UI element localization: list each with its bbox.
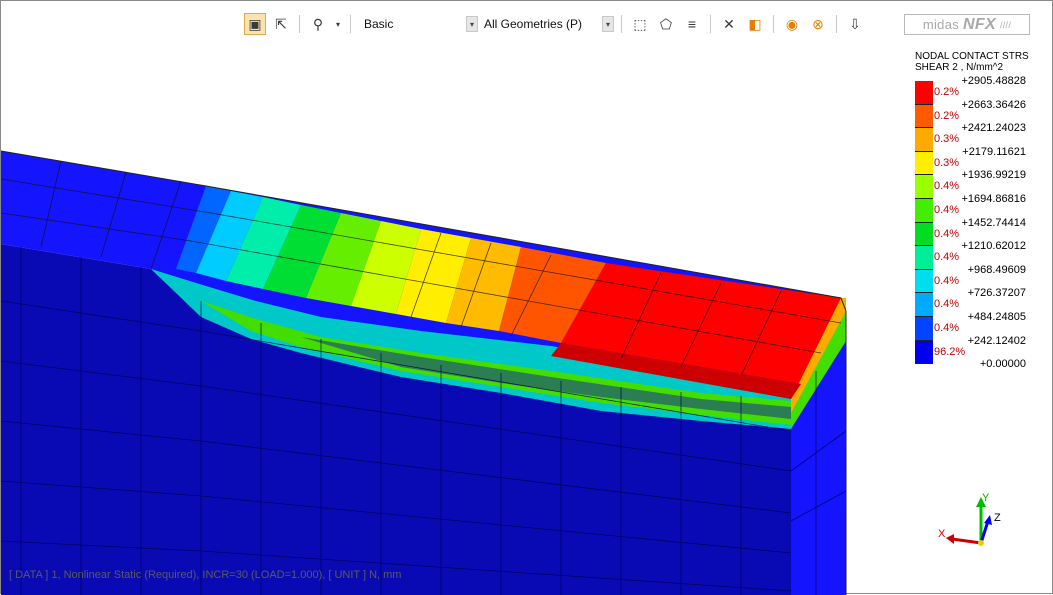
legend-value-text: +1694.86816 [961,192,1026,205]
legend-band [915,104,933,129]
pin-icon[interactable]: ⇩ [844,13,866,35]
legend-band [915,128,933,152]
chevron-down-icon[interactable]: ▾ [602,16,614,32]
legend-value-text: +0.00000 [979,358,1026,371]
legend-value: +2663.36426 [934,99,1026,123]
brand-left-text: midas [922,17,960,32]
toolbar-separator [710,15,711,33]
legend-color-bands [915,81,933,365]
cursor-cancel-icon[interactable]: ⊗ [807,13,829,35]
legend-band [915,246,933,270]
list-icon[interactable]: ≡ [681,13,703,35]
brand-stripes-icon: //// [999,19,1012,30]
legend-value-text: +2179.11621 [962,145,1026,158]
legend-value: +2421.24023 [934,122,1026,146]
legend-title: NODAL CONTACT STRS SHEAR 2 , N/mm^2 [915,51,1029,73]
display-style-label[interactable]: Basic [358,17,462,31]
legend-band [915,269,933,294]
chevron-down-icon[interactable]: ▾ [466,16,478,32]
legend-value: +242.12402 [934,335,1026,359]
toolbar-separator [350,15,351,33]
legend-value: +484.24805 [934,311,1026,335]
legend-value-text: +2663.36426 [961,98,1026,111]
legend-value-text: +726.37207 [967,287,1026,300]
pick-icon[interactable]: ⇱ [270,13,292,35]
midas-nfx-logo: midas NFX //// [904,14,1030,35]
legend-value-text: +1210.62012 [961,240,1026,253]
brand-right-text: NFX [963,15,996,33]
legend-band [915,81,933,105]
legend-value-text: +2905.48828 [961,75,1026,87]
legend-value: +1936.99219 [934,169,1026,193]
legend-value: +1210.62012 [934,240,1026,264]
legend-title-line1: NODAL CONTACT STRS [915,51,1029,62]
legend-band [915,293,933,317]
legend-band [915,151,933,176]
analysis-status-text: [ DATA ] 1, Nonlinear Static (Required),… [9,569,402,581]
polygon-select-icon[interactable]: ⬠ [655,13,677,35]
legend-values: +2905.48828 +2663.36426 +2421.24023 +2179.1… [934,75,1026,382]
legend-value: +1452.74414 [934,217,1026,241]
deselect-icon[interactable]: ✕ [718,13,740,35]
legend-band [915,175,933,199]
legend-value: +2905.48828 [934,75,1026,99]
legend-value: +968.49609 [934,264,1026,288]
legend-band [915,222,933,247]
legend-value-text: +242.12402 [967,334,1026,347]
chevron-down-icon[interactable]: ▾ [333,13,343,35]
legend-value: +2179.11621 [934,146,1026,170]
geometry-filter-combo[interactable]: ▾ All Geometries (P) ▾ [466,16,614,32]
box-select-icon[interactable]: ⬚ [629,13,651,35]
legend-value-text: +1936.99219 [961,169,1026,182]
toolbar-separator [836,15,837,33]
cursor-icon[interactable]: ◉ [781,13,803,35]
legend-value-text: +1452.74414 [961,216,1026,229]
legend-value-text: +968.49609 [967,263,1026,276]
axis-z-label: Z [994,512,1001,524]
axis-x-label: X [938,528,946,540]
axis-y-label: Y [982,492,990,504]
legend-band [915,340,933,365]
toolbar-separator [621,15,622,33]
toolbar-separator [773,15,774,33]
legend-band [915,316,933,341]
display-style-icon[interactable]: ⚲ [307,13,329,35]
legend-band [915,198,933,223]
geometry-filter-value: All Geometries (P) [484,17,583,31]
legend-value: +0.00000 [934,358,1026,382]
view-toolbar: ▣ ⇱ ⚲ ▾ Basic ▾ All Geometries (P) ▾ ⬚ ⬠… [244,12,866,36]
legend-title-line2: SHEAR 2 , N/mm^2 [915,62,1004,73]
select-all-icon[interactable]: ◧ [744,13,766,35]
toolbar-separator [299,15,300,33]
legend-value-text: +484.24805 [967,310,1026,323]
legend-value-text: +2421.24023 [961,122,1026,135]
fe-model-view[interactable] [1,1,1053,595]
select-mode-icon[interactable]: ▣ [244,13,266,35]
legend-value: +726.37207 [934,287,1026,311]
axis-triad: Y Z X [938,492,1001,546]
model-viewport[interactable]: ▣ ⇱ ⚲ ▾ Basic ▾ All Geometries (P) ▾ ⬚ ⬠… [0,0,1053,595]
legend-value: +1694.86816 [934,193,1026,217]
